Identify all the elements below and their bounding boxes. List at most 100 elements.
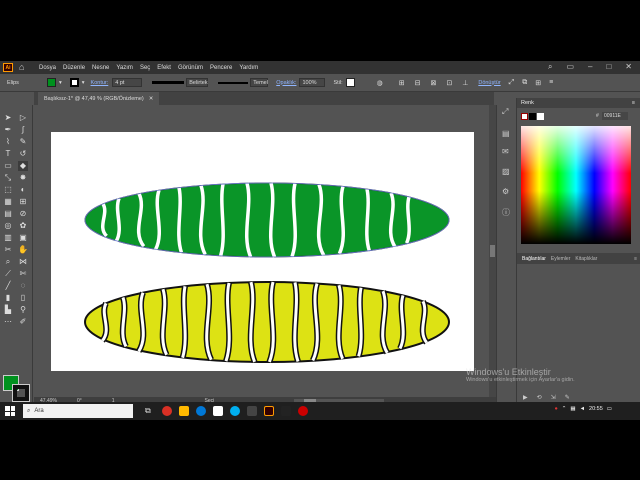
menu-dosya[interactable]: Dosya [39,65,56,71]
menu-icon[interactable]: ≡ [549,79,553,86]
store-icon[interactable] [213,406,223,416]
settings-panel-icon[interactable]: ⚙ [502,187,509,196]
tray-record-icon[interactable]: ● [554,406,557,412]
tab-eylemler[interactable]: Eylemler [551,256,570,262]
stroke-label[interactable]: Kontur: [91,80,109,86]
tray-chevron-icon[interactable]: ⌃ [562,406,567,412]
pen-tool-icon[interactable]: ✒ [3,125,13,135]
tray-volume-icon[interactable]: ◄ [580,406,585,412]
task-view-icon[interactable]: ⧉ [145,406,155,416]
blend-tool-icon[interactable]: ◎ [3,221,13,231]
skype-icon[interactable] [230,406,240,416]
align-center-icon[interactable]: ⊟ [415,79,421,87]
eyedropper-tool-icon[interactable]: ⊘ [18,209,28,219]
gradient-tool-icon[interactable]: ▤ [3,209,13,219]
hand-tool-icon[interactable]: ✋ [18,245,28,255]
chevron-down-icon[interactable]: ▾ [82,80,85,86]
align-bottom-icon[interactable]: ⊥ [462,79,468,87]
align-icon[interactable]: ⊞ [399,79,405,87]
mesh-tool-icon[interactable]: ⊞ [18,197,28,207]
recorder-icon[interactable] [298,406,308,416]
line-tool-icon[interactable]: ╱ [3,281,13,291]
curvature-tool-icon[interactable]: ∫ [18,125,28,135]
zoom-tool-icon[interactable]: ⌕ [3,257,13,267]
slice-tool-icon[interactable]: ✂ [3,245,13,255]
menu-yardim[interactable]: Yardım [239,65,258,71]
free-transform-tool-icon[interactable]: ⬚ [3,185,13,195]
isolate-icon[interactable]: ⧉ [522,79,527,87]
scissors-tool-icon[interactable]: ✄ [18,269,28,279]
chevron-down-icon[interactable]: ▾ [59,80,62,86]
artboard[interactable] [51,132,474,371]
bar-graph-tool-icon[interactable]: ▮ [3,293,13,303]
puppet-warp-tool-icon[interactable]: ⚲ [18,305,28,315]
tab-kitapliklar[interactable]: Kitaplıklar [575,256,597,262]
white-swatch[interactable] [537,113,544,120]
recolor-icon[interactable]: ◍ [377,79,383,87]
home-icon[interactable]: ⌂ [19,63,29,72]
color-spectrum[interactable] [521,126,631,244]
scroll-thumb[interactable] [490,245,495,257]
app2-icon[interactable] [281,406,291,416]
chart-tool-icon[interactable]: ▙ [3,305,13,315]
transform-icon[interactable]: ⤢ [509,79,515,87]
column-graph-tool-icon[interactable]: ▥ [3,233,13,243]
knife-tool-icon[interactable]: ⟋ [3,269,13,279]
edge-icon[interactable] [196,406,206,416]
chrome-icon[interactable] [162,406,172,416]
align-vertical-icon[interactable]: ⊡ [446,79,452,87]
distribute-icon[interactable]: ⊠ [430,79,436,87]
goto-link-icon[interactable]: ⇲ [551,394,556,401]
hex-input[interactable]: 00911E [602,112,628,120]
close-icon[interactable]: ✕ [625,62,632,72]
more-tools-icon[interactable]: ⋯ [3,317,13,327]
panel-menu-icon[interactable]: ≡ [634,256,637,262]
stroke-swatch[interactable] [69,78,79,87]
app-icon[interactable] [247,406,257,416]
illustrator-taskbar-icon[interactable] [264,406,274,416]
shape-builder-tool-icon[interactable]: ◐ [18,185,28,195]
style-swatch[interactable] [345,78,355,87]
search-icon[interactable]: ⌕ [548,62,552,72]
pencil-tool-icon[interactable]: ✎ [18,137,28,147]
opacity-label[interactable]: Opaklık: [276,80,296,86]
panel-menu-icon[interactable]: ≡ [632,100,635,106]
edit-original-icon[interactable]: ✎ [565,394,570,401]
profile-select[interactable]: Temel [250,78,269,87]
windows-start-icon[interactable] [3,404,17,418]
canvas-area[interactable] [34,105,489,403]
black-swatch[interactable] [529,113,536,120]
file-explorer-icon[interactable] [179,406,189,416]
taskbar-search[interactable]: ⌕ Ara [23,404,133,418]
transform-link[interactable]: Dönüştür [478,80,500,86]
minimize-icon[interactable]: – [588,62,592,72]
edit-toolbar-icon[interactable]: ✐ [18,317,28,327]
stack-graph-tool-icon[interactable]: ▯ [18,293,28,303]
width-tool-icon[interactable]: ⋈ [18,257,28,267]
perspective-tool-icon[interactable]: ▦ [3,197,13,207]
shape-tool-icon[interactable]: ▭ [3,161,13,171]
stroke-color-swatch[interactable] [12,384,30,402]
notification-icon[interactable]: ▭ [607,406,612,412]
menu-gorunum[interactable]: Görünüm [178,65,203,71]
vertical-scrollbar[interactable] [489,105,496,403]
document-tab[interactable]: Başlıksız-1* @ 47,49 % (RGB/Önizleme) ✕ [38,92,160,105]
menu-nesne[interactable]: Nesne [92,65,109,71]
comments-panel-icon[interactable]: ✉ [502,147,509,156]
close-tab-icon[interactable]: ✕ [149,96,154,102]
menu-pencere[interactable]: Pencere [210,65,232,71]
direct-selection-tool-icon[interactable]: ▷ [18,113,28,123]
artwork[interactable] [51,132,474,371]
type-tool-icon[interactable]: T [3,149,13,159]
info-panel-icon[interactable]: ⓘ [502,207,510,218]
tab-baglantilar[interactable]: Bağlantılar [522,256,546,262]
menu-duzenle[interactable]: Düzenle [63,65,85,71]
image-panel-icon[interactable]: ▨ [502,167,510,176]
eraser-tool-icon[interactable]: ◆ [18,161,28,171]
none-swatch[interactable] [521,113,528,120]
maximize-icon[interactable]: □ [606,62,611,72]
brush-tool-icon[interactable]: ⌇ [3,137,13,147]
symbol-tool-icon[interactable]: ✿ [18,221,28,231]
polar-grid-tool-icon[interactable]: ◌ [18,281,28,291]
workspace-icon[interactable]: ▭ [566,62,574,72]
